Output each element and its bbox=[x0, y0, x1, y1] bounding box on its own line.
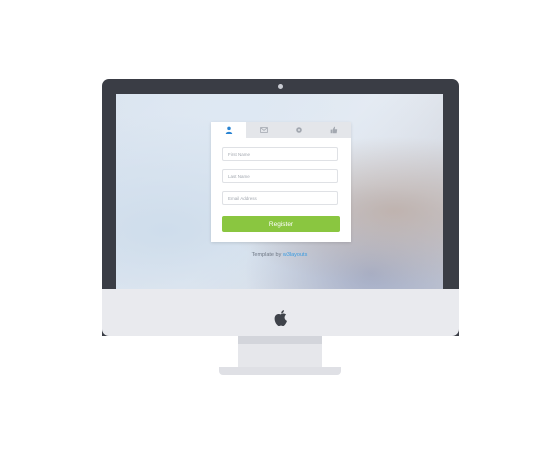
tab-circle[interactable] bbox=[281, 122, 316, 138]
first-name-field[interactable] bbox=[222, 147, 338, 161]
stand-foot bbox=[219, 367, 341, 375]
register-button[interactable]: Register bbox=[222, 216, 340, 232]
tab-email[interactable] bbox=[246, 122, 281, 138]
apple-logo-icon bbox=[274, 310, 287, 326]
monitor-screen: Register Template by w3layouts bbox=[116, 94, 443, 289]
last-name-field[interactable] bbox=[222, 169, 338, 183]
credit-link[interactable]: w3layouts bbox=[283, 252, 307, 258]
tab-like[interactable] bbox=[316, 122, 351, 138]
template-credit: Template by w3layouts bbox=[116, 252, 443, 258]
registration-form: Register bbox=[211, 122, 351, 242]
credit-prefix: Template by bbox=[251, 252, 282, 258]
envelope-icon bbox=[259, 127, 268, 133]
email-field[interactable] bbox=[222, 191, 338, 205]
circle-icon bbox=[295, 127, 302, 133]
camera-dot bbox=[278, 84, 283, 89]
form-tabs bbox=[211, 122, 351, 138]
tab-user[interactable] bbox=[211, 122, 246, 138]
user-icon bbox=[225, 126, 232, 134]
thumbs-up-icon bbox=[330, 126, 337, 134]
stand-shadow bbox=[238, 336, 322, 344]
